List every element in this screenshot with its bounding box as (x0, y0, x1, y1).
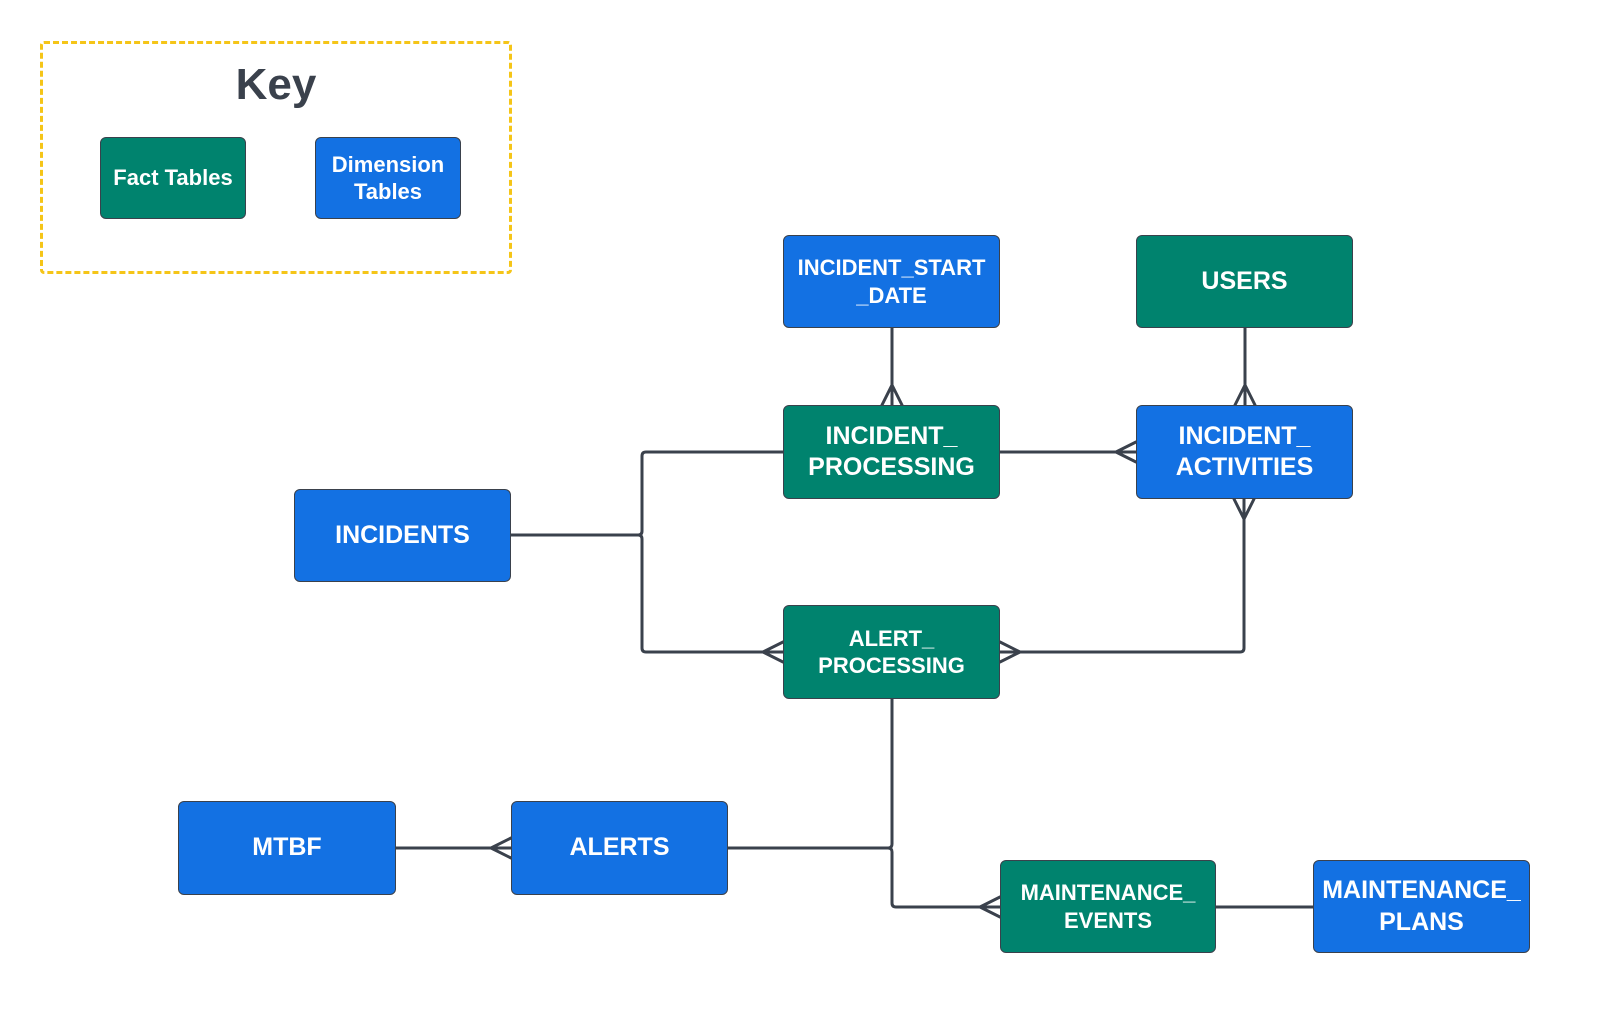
edge-incidents-to-alert-processing (636, 533, 785, 654)
key-dimension-tables: Dimension Tables (315, 137, 461, 219)
key-title: Key (235, 60, 317, 109)
node-incidents[interactable]: INCIDENTS (294, 489, 511, 582)
node-maintenance-events[interactable]: MAINTENANCE_ EVENTS (1000, 860, 1216, 953)
key-fact-tables: Fact Tables (100, 137, 246, 219)
node-incident-activities[interactable]: INCIDENT_ ACTIVITIES (1136, 405, 1353, 499)
edge-to-maintenance-events (886, 846, 1002, 909)
node-alert-processing[interactable]: ALERT_ PROCESSING (783, 605, 1000, 699)
node-mtbf[interactable]: MTBF (178, 801, 396, 895)
node-incident-processing[interactable]: INCIDENT_ PROCESSING (783, 405, 1000, 499)
node-maintenance-plans[interactable]: MAINTENANCE_ PLANS (1313, 860, 1530, 953)
edge-incidents-to-processing (509, 450, 785, 537)
node-alerts[interactable]: ALERTS (511, 801, 728, 895)
edge-alert-processing-down (726, 697, 894, 850)
edge-alert-processing-to-incident-activities (998, 497, 1246, 654)
node-incident-start-date[interactable]: INCIDENT_START _DATE (783, 235, 1000, 328)
node-users[interactable]: USERS (1136, 235, 1353, 328)
crowfoot-incident-processing-top (880, 383, 904, 407)
